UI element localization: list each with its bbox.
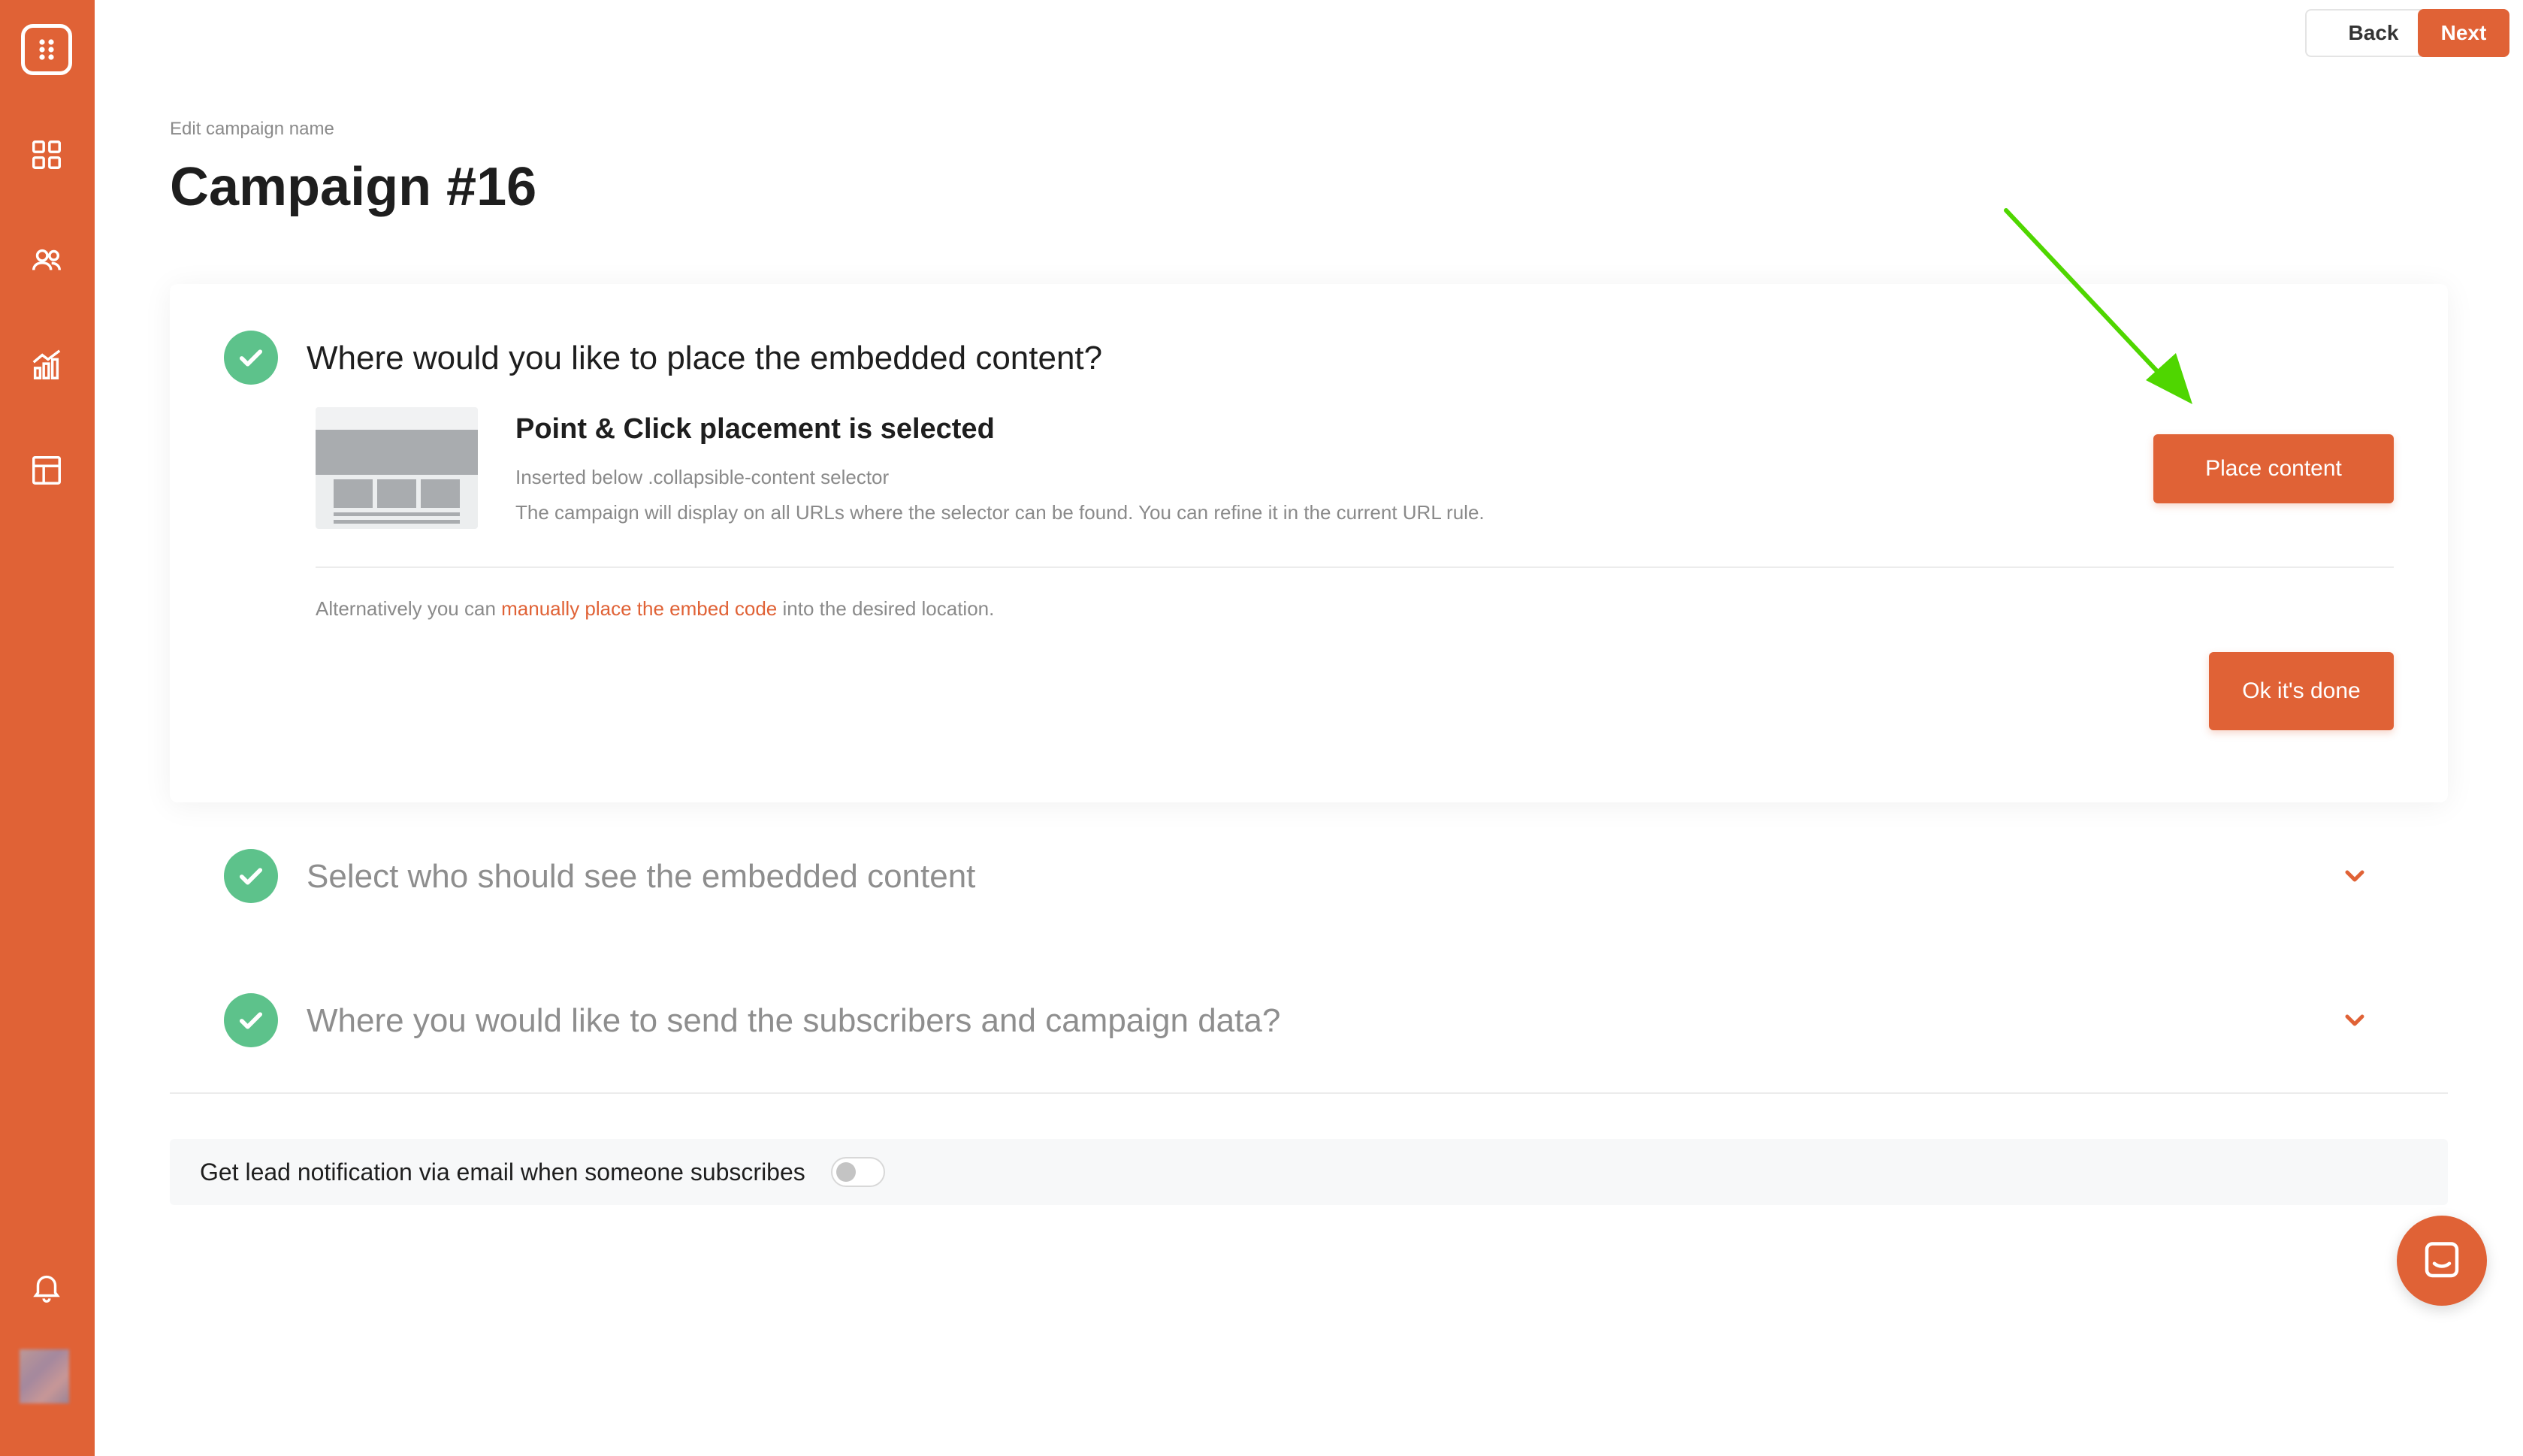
app-logo-icon[interactable] [21,24,72,75]
alt-prefix: Alternatively you can [316,597,502,620]
page-title: Campaign #16 [170,157,537,217]
dashboard-grid-icon[interactable] [29,137,64,172]
lead-notification-label: Get lead notification via email when som… [200,1158,805,1186]
alternative-placement-text: Alternatively you can manually place the… [316,597,994,621]
selection-title: Point & Click placement is selected [515,413,995,445]
manual-embed-code-link[interactable]: manually place the embed code [501,597,777,620]
step-complete-check-icon [224,331,278,385]
section-divider [170,1092,2448,1094]
chevron-down-icon[interactable] [2340,1005,2370,1035]
layout-template-icon[interactable] [29,453,64,488]
annotation-arrow-icon [2004,208,2192,404]
selection-selector-text: Inserted below .collapsible-content sele… [515,466,890,488]
analytics-chart-icon[interactable] [29,348,64,382]
avatar[interactable] [20,1349,69,1403]
lead-notification-row: Get lead notification via email when som… [170,1139,2448,1205]
toggle-knob [836,1162,856,1182]
users-icon[interactable] [29,243,64,277]
step-title[interactable]: Where would you like to place the embedd… [307,340,1102,377]
ok-done-button[interactable]: Ok it's done [2209,652,2394,730]
bell-icon[interactable] [29,1270,64,1304]
step-complete-check-icon [224,993,278,1047]
lead-notification-toggle[interactable] [831,1157,885,1187]
step-complete-check-icon [224,849,278,903]
alt-suffix: into the desired location. [777,597,995,620]
card-divider [316,566,2394,568]
step-title-audience[interactable]: Select who should see the embedded conte… [307,858,975,896]
placement-preview-thumbnail [316,407,478,529]
selection-description: The campaign will display on all URLs wh… [515,501,1485,524]
next-button[interactable]: Next [2418,9,2509,57]
chevron-down-icon[interactable] [2340,861,2370,891]
chat-bubble-icon[interactable] [2397,1216,2487,1306]
step-title-integrations[interactable]: Where you would like to send the subscri… [307,1002,1280,1040]
sidebar [0,0,95,1456]
edit-campaign-name-link[interactable]: Edit campaign name [170,119,334,140]
place-content-button[interactable]: Place content [2153,434,2394,503]
